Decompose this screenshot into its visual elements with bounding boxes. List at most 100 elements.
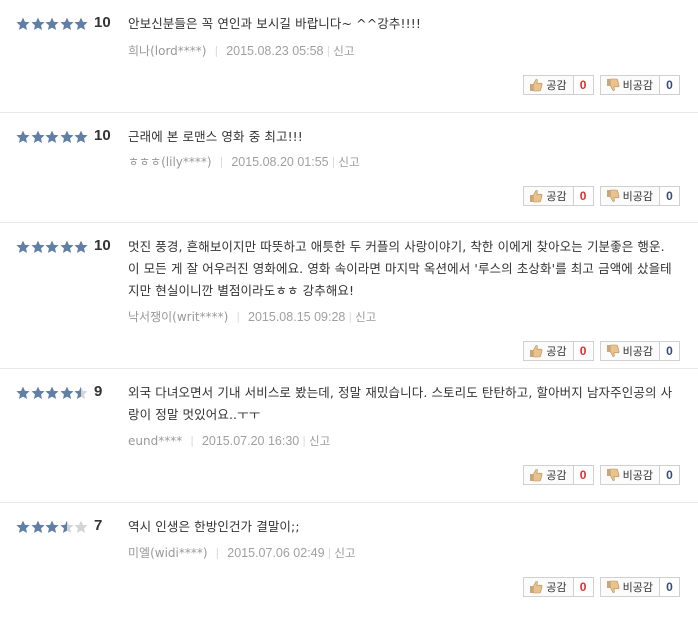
rating-score: 7 <box>94 517 103 534</box>
divider: | <box>348 310 353 323</box>
reviewer-name[interactable]: eund**** <box>128 433 182 449</box>
star-icon <box>45 130 60 144</box>
divider: | <box>326 44 331 57</box>
review-item: 10 근래에 본 로맨스 영화 중 최고!!! ㅎㅎㅎ(lily****) | … <box>0 113 698 223</box>
dislike-count: 0 <box>660 75 680 95</box>
like-button[interactable]: 공감 <box>523 465 574 485</box>
review-meta: 희나(lord****) | 2015.08.23 05:58 | 신고 <box>128 43 354 59</box>
star-icon <box>31 130 46 144</box>
thumbs-down-icon <box>606 468 620 482</box>
dislike-label: 비공감 <box>622 345 653 358</box>
like-button[interactable]: 공감 <box>523 577 574 597</box>
star-icon <box>16 17 31 31</box>
star-rating <box>16 386 89 400</box>
star-icon <box>60 17 75 31</box>
divider: | <box>302 434 306 447</box>
reviewer-name[interactable]: 미엘(widi****) <box>128 545 208 561</box>
review-meta: ㅎㅎㅎ(lily****) | 2015.08.20 01:55 | 신고 <box>128 154 360 170</box>
review-date: 2015.07.20 16:30 <box>201 434 300 448</box>
star-icon <box>45 17 60 31</box>
reviewer-name[interactable]: ㅎㅎㅎ(lily****) <box>128 154 212 170</box>
thumbs-down-icon <box>606 344 620 358</box>
review-item: 10 안보신분들은 꼭 연인과 보시길 바랍니다~ ^^강추!!!! 희나(lo… <box>0 0 698 113</box>
like-count: 0 <box>573 465 594 485</box>
divider: | <box>236 310 241 323</box>
vote-controls: 공감 0 비공감 0 <box>523 186 680 206</box>
star-rating <box>16 520 89 534</box>
star-icon <box>60 240 75 254</box>
reviewer-name[interactable]: 희나(lord****) <box>128 43 206 59</box>
like-button[interactable]: 공감 <box>523 75 574 95</box>
star-icon <box>31 240 46 254</box>
report-link[interactable]: 신고 <box>355 309 376 325</box>
star-icon <box>60 130 75 144</box>
thumbs-up-icon <box>529 189 543 203</box>
star-icon <box>16 520 31 534</box>
report-link[interactable]: 신고 <box>338 154 359 170</box>
dislike-count: 0 <box>660 186 680 206</box>
divider: | <box>190 434 194 447</box>
dislike-count: 0 <box>660 577 680 597</box>
review-date: 2015.08.15 09:28 <box>248 310 346 324</box>
dislike-button[interactable]: 비공감 <box>599 75 660 95</box>
rating-score: 10 <box>94 127 111 144</box>
review-item: 10 멋진 풍경, 흔해보이지만 따뜻하고 애틋한 두 커플의 사랑이야기, 착… <box>0 223 698 369</box>
review-text: 역시 인생은 한방인건가 결말이;; <box>128 519 300 534</box>
like-button[interactable]: 공감 <box>523 186 574 206</box>
star-rating <box>16 17 89 31</box>
like-label: 공감 <box>546 581 567 594</box>
thumbs-up-icon <box>529 580 543 594</box>
star-icon <box>31 17 46 31</box>
dislike-button[interactable]: 비공감 <box>599 186 660 206</box>
star-icon <box>60 520 75 534</box>
review-item: 9 외국 다녀오면서 기내 서비스로 봤는데, 정말 재밌습니다. 스토리도 탄… <box>0 369 698 503</box>
star-icon <box>16 130 31 144</box>
star-icon <box>16 386 31 400</box>
review-list: 10 안보신분들은 꼭 연인과 보시길 바랍니다~ ^^강추!!!! 희나(lo… <box>0 0 698 619</box>
rating-score: 10 <box>94 14 111 31</box>
star-icon <box>74 386 89 400</box>
like-count: 0 <box>573 341 594 361</box>
star-icon <box>31 520 46 534</box>
star-icon <box>74 240 89 254</box>
vote-controls: 공감 0 비공감 0 <box>523 341 680 361</box>
review-text: 안보신분들은 꼭 연인과 보시길 바랍니다~ ^^강추!!!! <box>128 16 421 31</box>
star-icon <box>74 130 89 144</box>
dislike-count: 0 <box>660 341 680 361</box>
star-icon <box>31 386 46 400</box>
dislike-button[interactable]: 비공감 <box>599 577 660 597</box>
like-count: 0 <box>573 186 594 206</box>
like-count: 0 <box>573 75 594 95</box>
like-count: 0 <box>573 577 594 597</box>
dislike-label: 비공감 <box>622 190 653 203</box>
thumbs-up-icon <box>529 344 543 358</box>
star-rating <box>16 240 89 254</box>
thumbs-down-icon <box>606 189 620 203</box>
star-icon <box>45 386 60 400</box>
dislike-button[interactable]: 비공감 <box>599 465 660 485</box>
review-date: 2015.07.06 02:49 <box>227 546 325 560</box>
star-icon <box>45 520 60 534</box>
like-label: 공감 <box>546 345 567 358</box>
reviewer-name[interactable]: 낙서쟁이(writ****) <box>128 309 228 325</box>
report-link[interactable]: 신고 <box>334 545 355 561</box>
vote-controls: 공감 0 비공감 0 <box>523 75 680 95</box>
star-icon <box>16 240 31 254</box>
vote-controls: 공감 0 비공감 0 <box>523 577 680 597</box>
thumbs-down-icon <box>606 580 620 594</box>
star-icon <box>74 17 89 31</box>
report-link[interactable]: 신고 <box>309 433 330 449</box>
review-text: 근래에 본 로맨스 영화 중 최고!!! <box>128 129 303 144</box>
divider: | <box>219 155 224 168</box>
star-rating <box>16 130 89 144</box>
divider: | <box>214 44 219 57</box>
vote-controls: 공감 0 비공감 0 <box>523 465 680 485</box>
divider: | <box>215 546 220 559</box>
like-button[interactable]: 공감 <box>523 341 574 361</box>
star-icon <box>45 240 60 254</box>
dislike-button[interactable]: 비공감 <box>599 341 660 361</box>
review-meta: eund**** | 2015.07.20 16:30 | 신고 <box>128 433 330 449</box>
report-link[interactable]: 신고 <box>333 43 354 59</box>
star-icon <box>74 520 89 534</box>
like-label: 공감 <box>546 469 567 482</box>
